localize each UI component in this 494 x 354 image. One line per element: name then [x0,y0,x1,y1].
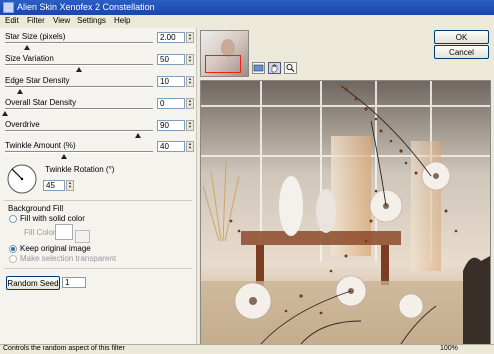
twinkle-amount-label: Twinkle Amount (%) [5,141,76,150]
controls-panel: Star Size (pixels) 2.00 ▲ ▼ Size Variatio… [0,28,197,353]
edge-star-density-slider-thumb[interactable] [16,89,23,94]
twinkle-rotation-dial[interactable] [6,163,38,195]
menu-settings[interactable]: Settings [77,16,106,25]
overall-star-density-slider-thumb[interactable] [2,111,8,116]
hand-icon [271,64,278,73]
fill-solid-label: Fill with solid color [20,214,85,223]
overall-star-density-spinner[interactable]: ▲ ▼ [186,98,194,109]
menu-view[interactable]: View [53,16,70,25]
fill-solid-radio[interactable] [9,215,17,223]
edge-star-density-label: Edge Star Density [5,76,70,85]
overdrive-track[interactable] [5,130,153,132]
twinkle-amount-slider-thumb[interactable] [61,154,68,159]
zoom-level: 100% [440,345,458,352]
size-variation-track[interactable] [5,64,153,66]
background-fill-title: Background Fill [8,204,64,213]
status-text: Controls the random aspect of this filte… [3,345,125,352]
twinkle-rotation-label: Twinkle Rotation (°) [45,165,115,174]
preview-canvas[interactable] [200,80,491,345]
size-variation-spinner[interactable]: ▲ ▼ [186,54,194,65]
twinkle-amount-spinner[interactable]: ▲ ▼ [186,141,194,152]
zoom-tool-button[interactable] [284,62,297,74]
overdrive-input[interactable]: 90 [157,120,185,131]
title-bar: Alien Skin Xenofex 2 Constellation [0,0,494,15]
menu-help[interactable]: Help [114,16,130,25]
preview-image [201,81,490,344]
window-title: Alien Skin Xenofex 2 Constellation [17,2,155,12]
make-transparent-radio[interactable] [9,255,17,263]
section-divider-2 [4,268,192,269]
navigator-thumbnail[interactable] [200,30,249,77]
hand-tool-button[interactable] [268,62,281,74]
cancel-button[interactable]: Cancel [434,45,489,59]
overdrive-label: Overdrive [5,120,40,129]
overall-star-density-label: Overall Star Density [5,98,77,107]
twinkle-rotation-spinner[interactable]: ▲ ▼ [66,180,74,191]
overall-star-density-input[interactable]: 0 [157,98,185,109]
edge-star-density-track[interactable] [5,86,153,88]
fill-color-swatch[interactable] [55,224,73,240]
magnifier-icon [286,64,295,72]
ok-button[interactable]: OK [434,30,489,44]
twinkle-amount-input[interactable]: 40 [157,141,185,152]
size-variation-input[interactable]: 50 [157,54,185,65]
section-divider [4,200,192,201]
app-icon [3,2,14,13]
eye-icon [253,64,264,72]
preview-toggle-button[interactable] [252,62,265,74]
keep-original-label: Keep original image [20,244,91,253]
menu-edit[interactable]: Edit [5,16,19,25]
edge-star-density-input[interactable]: 10 [157,76,185,87]
menu-filter[interactable]: Filter [27,16,45,25]
overdrive-spinner[interactable]: ▲ ▼ [186,120,194,131]
size-variation-label: Size Variation [5,54,54,63]
twinkle-amount-track[interactable] [5,151,153,153]
star-size-label: Star Size (pixels) [5,32,66,41]
star-size-track[interactable] [5,42,153,44]
star-size-slider-thumb[interactable] [24,45,31,50]
navigator-viewport-box[interactable] [205,55,241,73]
star-size-input[interactable]: 2.00 [157,32,185,43]
star-size-spinner[interactable]: ▲ ▼ [186,32,194,43]
random-seed-button[interactable]: Random Seed [6,276,60,290]
keep-original-radio[interactable] [9,245,17,253]
random-seed-input[interactable]: 1 [62,277,86,288]
twinkle-rotation-input[interactable]: 45 [43,180,65,191]
fill-color-label: Fill Color [24,228,56,237]
fill-color-swatch-secondary[interactable] [75,230,90,243]
edge-star-density-spinner[interactable]: ▲ ▼ [186,76,194,87]
make-transparent-label: Make selection transparent [20,254,117,263]
overall-star-density-track[interactable] [5,108,153,110]
menu-bar: Edit Filter View Settings Help [0,15,494,28]
overdrive-slider-thumb[interactable] [135,133,142,138]
size-variation-slider-thumb[interactable] [76,67,82,72]
